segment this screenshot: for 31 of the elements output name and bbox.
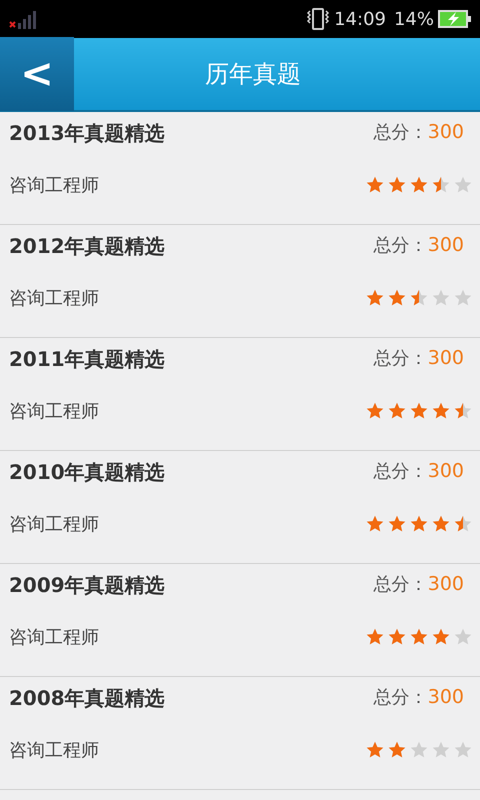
battery-charging-icon — [438, 9, 472, 29]
score-value: 300 — [428, 685, 464, 710]
back-button[interactable]: < — [0, 37, 74, 111]
subject-label: 咨询工程师 — [9, 626, 99, 650]
paper-title[interactable]: 2009年真题精选 — [9, 570, 165, 600]
paper-title[interactable]: 2011年真题精选 — [9, 344, 165, 374]
subject-label: 咨询工程师 — [9, 739, 99, 763]
battery-percent: 14% — [394, 8, 434, 32]
subject-label: 咨询工程师 — [9, 174, 99, 198]
status-time: 14:09 — [334, 8, 386, 32]
score-label: 总分： — [374, 234, 428, 258]
score-value: 300 — [428, 459, 464, 484]
score-value: 300 — [428, 346, 464, 371]
score-label: 总分： — [374, 346, 428, 371]
vibrate-icon — [306, 7, 330, 31]
score-label: 总分： — [374, 460, 428, 484]
screen-title: 历年真题 — [204, 59, 302, 90]
paper-title[interactable]: 2010年真题精选 — [9, 457, 165, 487]
score-value: 300 — [428, 120, 464, 145]
score-label: 总分： — [374, 572, 428, 597]
score-label: 总分： — [374, 686, 428, 710]
score-value: 300 — [428, 572, 464, 597]
score-label: 总分： — [374, 120, 428, 145]
subject-label: 咨询工程师 — [9, 513, 99, 537]
score-value: 300 — [428, 233, 464, 258]
paper-title[interactable]: 2012年真题精选 — [9, 231, 165, 261]
subject-label: 咨询工程师 — [9, 287, 99, 311]
paper-title[interactable]: 2013年真题精选 — [9, 118, 165, 148]
paper-title[interactable]: 2008年真题精选 — [9, 683, 165, 713]
subject-label: 咨询工程师 — [9, 400, 99, 424]
signal-icon — [8, 10, 38, 30]
